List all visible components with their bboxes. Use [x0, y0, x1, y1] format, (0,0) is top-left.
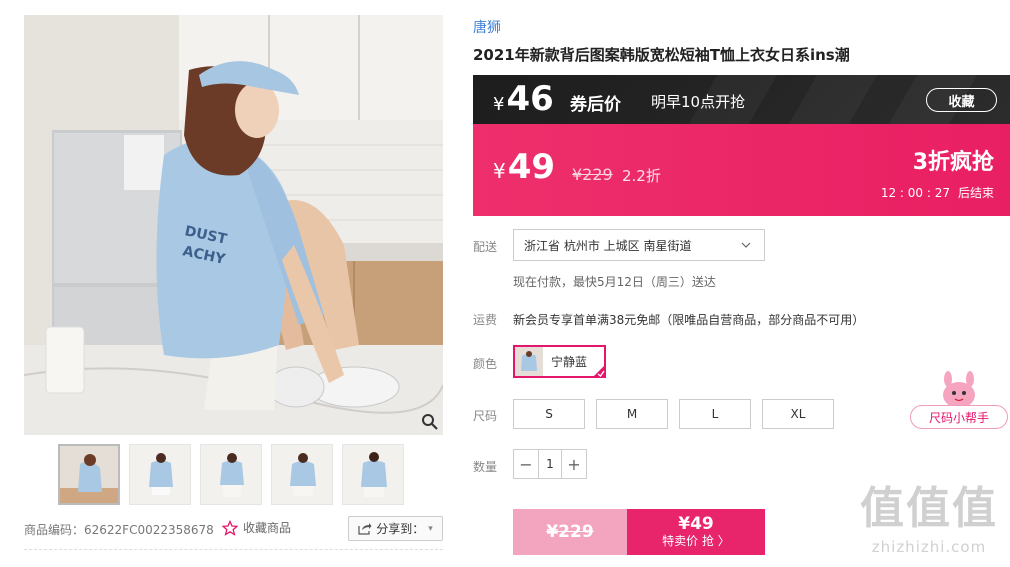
thumbnail-2[interactable] [129, 444, 191, 505]
sale-currency: ¥ [493, 159, 506, 183]
buy-now-button[interactable]: ¥49 特卖价 抢 〉 [627, 509, 765, 555]
original-price: ¥229 [572, 165, 613, 184]
favorite-product-button[interactable]: 收藏商品 [222, 519, 291, 536]
coupon-price-label: 券后价 [570, 95, 621, 115]
favorite-product-label: 收藏商品 [243, 521, 292, 535]
coupon-price: ¥ 46 [493, 79, 554, 119]
share-icon [358, 523, 372, 535]
thumbnail-strip [58, 444, 404, 505]
sale-open-time: 明早10点开抢 [651, 93, 746, 111]
freight-info: 新会员专享首单满38元免邮（限唯品自营商品，部分商品不可用） [513, 313, 865, 327]
size-option-l[interactable]: L [679, 399, 751, 429]
shipping-address-value: 浙江省 杭州市 上城区 南星街道 [524, 238, 692, 253]
shipping-label: 配送 [473, 240, 498, 254]
buy-button-group: ¥229 ¥49 特卖价 抢 〉 [513, 509, 765, 555]
coupon-price-value: 46 [506, 79, 554, 119]
sale-banner: ¥ 49 ¥229 2.2折 3折疯抢 12 : 00 : 27 后结束 [473, 124, 1010, 216]
quantity-increase-button[interactable]: + [562, 450, 586, 478]
gallery-footer: 商品编码：62622FC0022358678 收藏商品 分享到： ▾ [24, 516, 443, 550]
countdown-suffix: 后结束 [957, 186, 994, 200]
brand-link[interactable]: 唐狮 [473, 17, 501, 37]
countdown-value: 12 : 00 : 27 [880, 186, 950, 200]
thumbnail-3[interactable] [200, 444, 262, 505]
share-label: 分享到： [376, 522, 425, 536]
size-option-m[interactable]: M [596, 399, 668, 429]
caret-down-icon: ▾ [428, 523, 433, 534]
mascot-icon [943, 371, 975, 408]
sale-price: ¥ 49 [493, 147, 555, 187]
color-option-selected[interactable]: 宁静蓝 [513, 345, 606, 378]
share-button[interactable]: 分享到： ▾ [348, 516, 443, 541]
size-label: 尺码 [473, 409, 498, 423]
buy-sale-price: ¥49 [678, 514, 714, 534]
thumbnail-1[interactable] [58, 444, 120, 505]
buy-original-price: ¥229 [513, 509, 627, 555]
thumbnail-4[interactable] [271, 444, 333, 505]
zoom-icon[interactable] [421, 413, 439, 431]
quantity-label: 数量 [473, 460, 498, 474]
sku-code: 商品编码：62622FC0022358678 [24, 523, 214, 537]
chevron-down-icon [741, 242, 751, 248]
quantity-value[interactable]: 1 [538, 450, 562, 478]
size-helper-button[interactable]: 尺码小帮手 [910, 371, 1008, 431]
quantity-decrease-button[interactable]: − [514, 450, 538, 478]
size-option-s[interactable]: S [513, 399, 585, 429]
color-option-label: 宁静蓝 [551, 355, 588, 369]
sale-price-value: 49 [507, 147, 556, 187]
size-option-xl[interactable]: XL [762, 399, 834, 429]
coupon-currency: ¥ [493, 94, 505, 115]
sale-headline: 3折疯抢 [912, 150, 994, 175]
shipping-address-select[interactable]: 浙江省 杭州市 上城区 南星街道 [513, 229, 765, 261]
watermark-logo: 值值值 [860, 483, 998, 534]
product-title: 2021年新款背后图案韩版宽松短袖T恤上衣女日系ins潮 [473, 46, 850, 64]
countdown-timer: 12 : 00 : 27 后结束 [881, 184, 994, 201]
delivery-estimate: 现在付款，最快5月12日（周三）送达 [513, 275, 716, 289]
site-watermark: 值值值 zhizhizhi.com [854, 484, 1004, 564]
thumbnail-5[interactable] [342, 444, 404, 505]
watermark-site: zhizhizhi.com [871, 538, 987, 556]
color-label: 颜色 [473, 357, 498, 371]
collect-button[interactable]: 收藏 [926, 88, 997, 112]
size-helper-label: 尺码小帮手 [910, 405, 1008, 429]
freight-label: 运费 [473, 313, 498, 327]
size-options: S M L XL [513, 399, 834, 429]
buy-cta-label: 特卖价 抢 〉 [662, 534, 730, 548]
checkmark-corner-icon [592, 364, 606, 378]
main-product-image[interactable]: DUST ACHY [24, 15, 443, 435]
coupon-banner: ¥ 46 券后价 明早10点开抢 收藏 [473, 75, 1010, 124]
star-outline-icon [222, 519, 238, 536]
color-swatch-image [515, 347, 543, 376]
discount-rate: 2.2折 [622, 167, 661, 185]
quantity-stepper: − 1 + [513, 449, 587, 479]
